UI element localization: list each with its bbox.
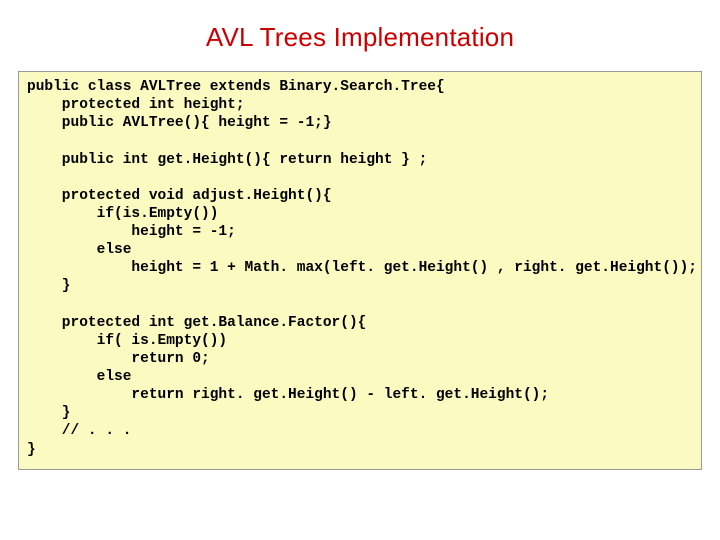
slide: AVL Trees Implementation public class AV… bbox=[0, 0, 720, 540]
code-block: public class AVLTree extends Binary.Sear… bbox=[18, 71, 702, 470]
code-content: public class AVLTree extends Binary.Sear… bbox=[27, 78, 693, 459]
slide-title: AVL Trees Implementation bbox=[0, 0, 720, 71]
